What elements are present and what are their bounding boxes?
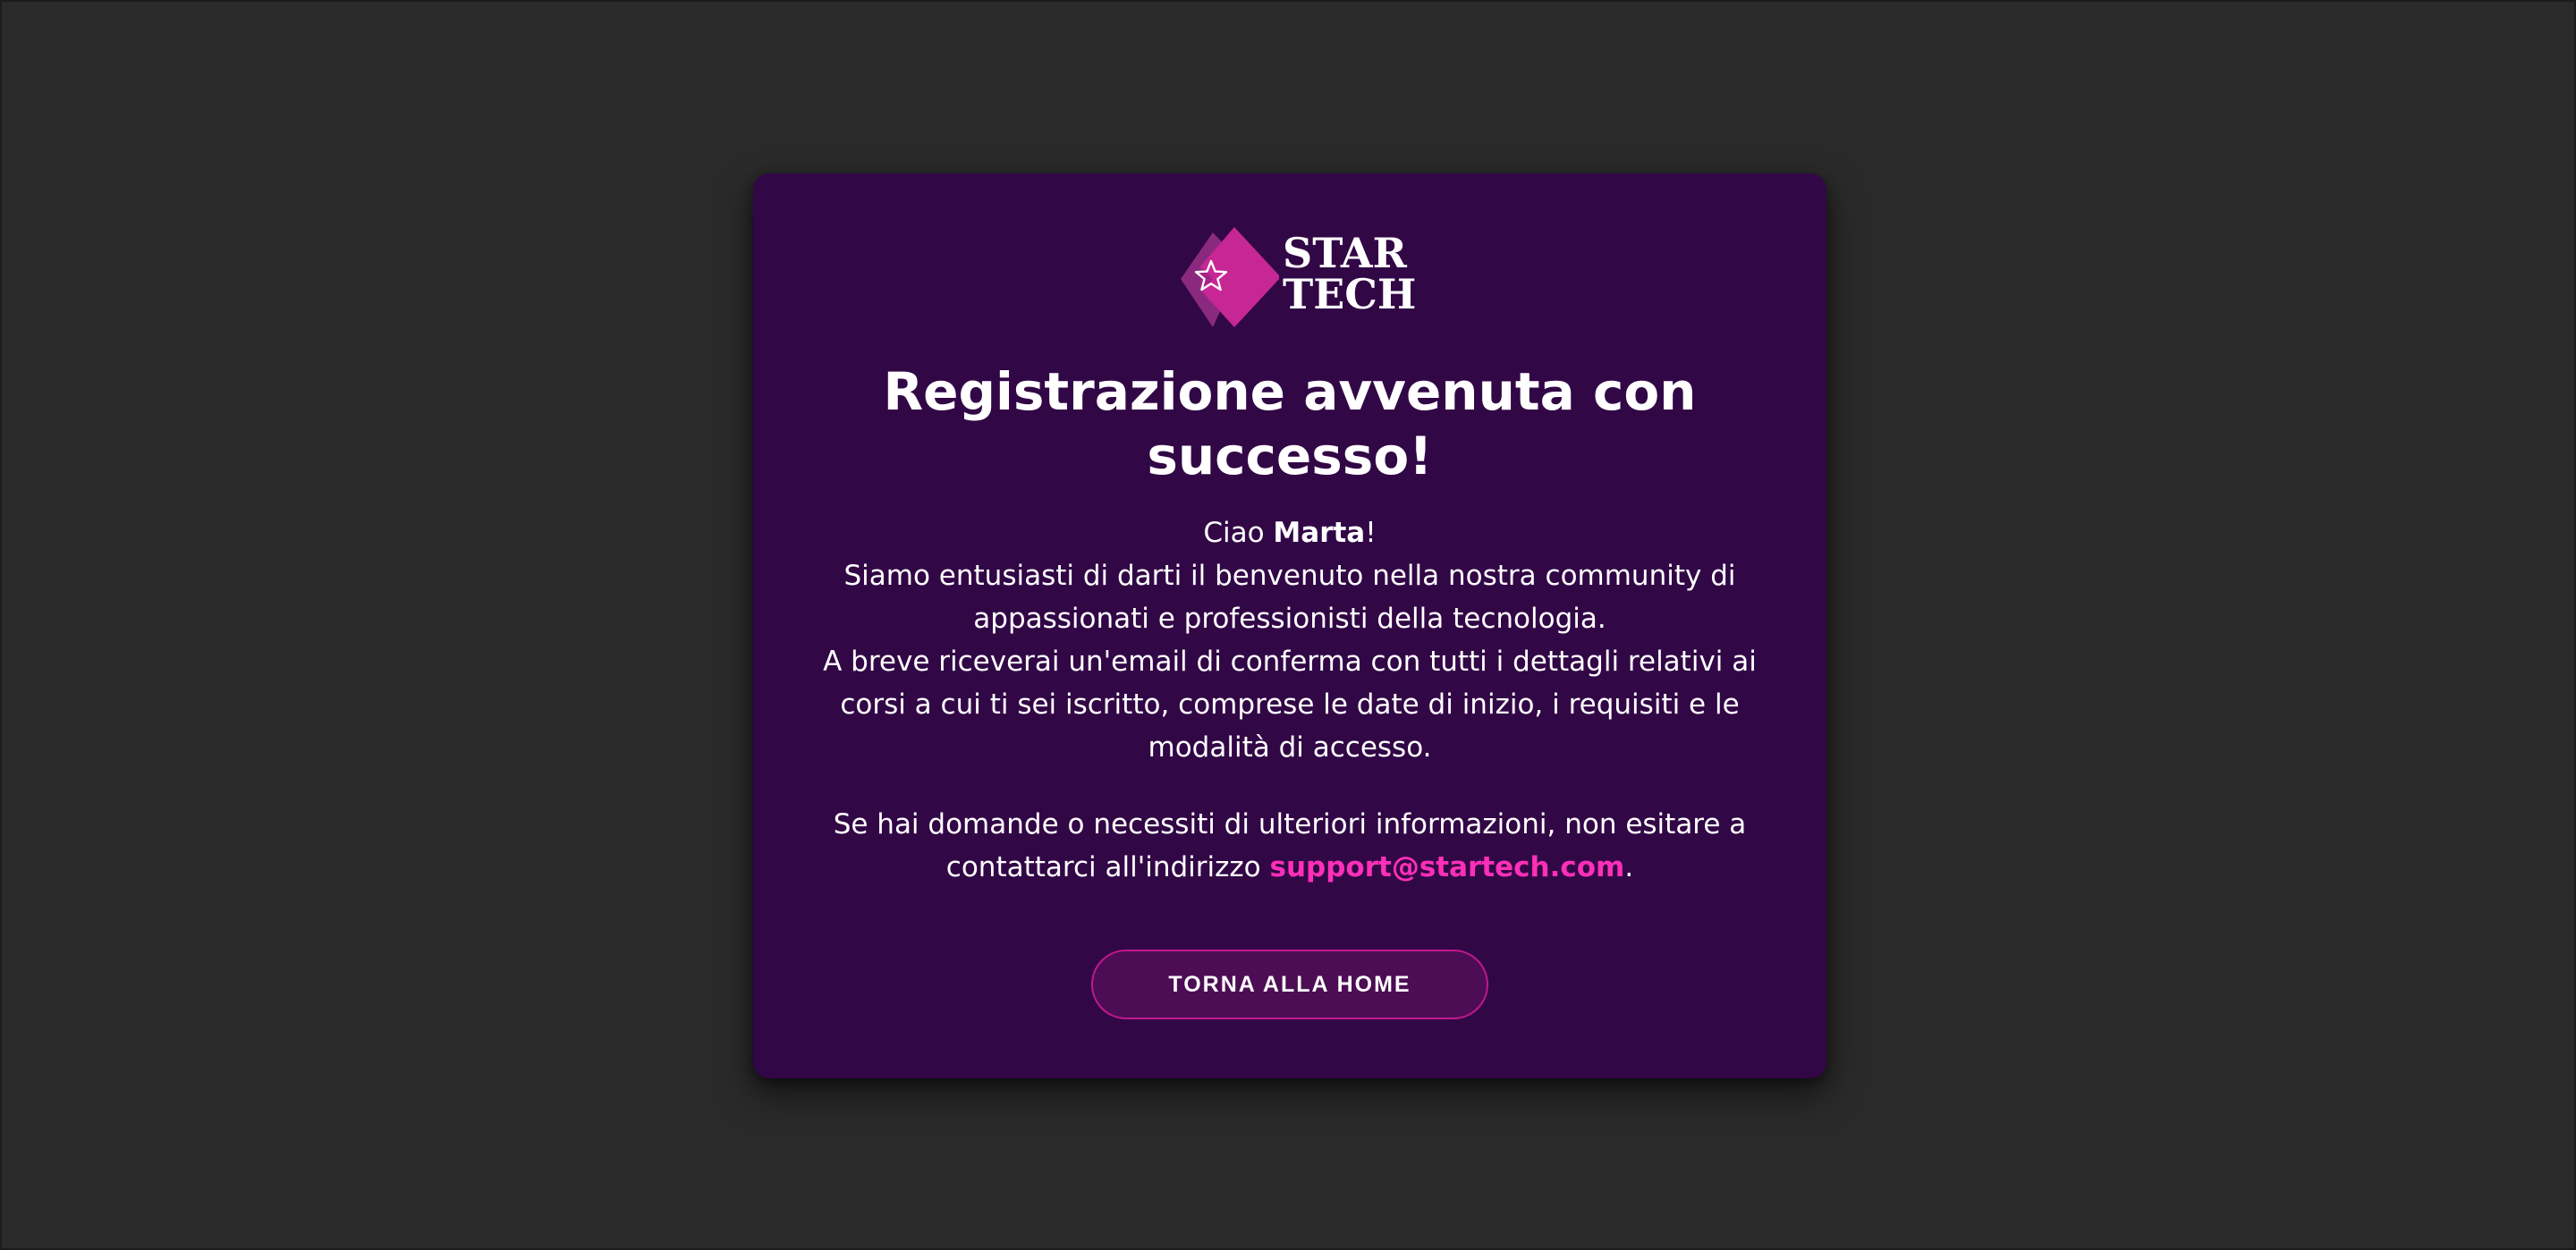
welcome-text: Siamo entusiasti di darti il benvenuto n…	[843, 560, 1736, 635]
greeting-suffix: !	[1365, 517, 1377, 549]
support-email-link[interactable]: support@startech.com	[1270, 851, 1625, 883]
logo-line-2: TECH	[1283, 270, 1417, 318]
message-body: Ciao Marta! Siamo entusiasti di darti il…	[807, 511, 1773, 889]
back-to-home-button[interactable]: TORNA ALLA HOME	[1091, 950, 1488, 1019]
message-paragraph-2: Se hai domande o necessiti di ulteriori …	[807, 803, 1773, 889]
user-name: Marta	[1273, 517, 1366, 549]
message-paragraph-1: Ciao Marta! Siamo entusiasti di darti il…	[807, 511, 1773, 769]
confirmation-text: A breve riceverai un'email di conferma c…	[823, 646, 1757, 764]
success-card: STAR TECH Registrazione avvenuta con suc…	[753, 173, 1826, 1078]
contact-suffix: .	[1624, 851, 1634, 883]
page-title: Registrazione avvenuta con successo!	[883, 361, 1697, 486]
startech-logo[interactable]: STAR TECH	[1181, 227, 1416, 333]
logo-line-1: STAR	[1283, 229, 1407, 277]
page-background: STAR TECH Registrazione avvenuta con suc…	[0, 0, 2576, 1250]
greeting-prefix: Ciao	[1203, 517, 1274, 549]
logo-wordmark: STAR TECH	[1283, 232, 1416, 315]
logo-mark	[1181, 227, 1279, 327]
